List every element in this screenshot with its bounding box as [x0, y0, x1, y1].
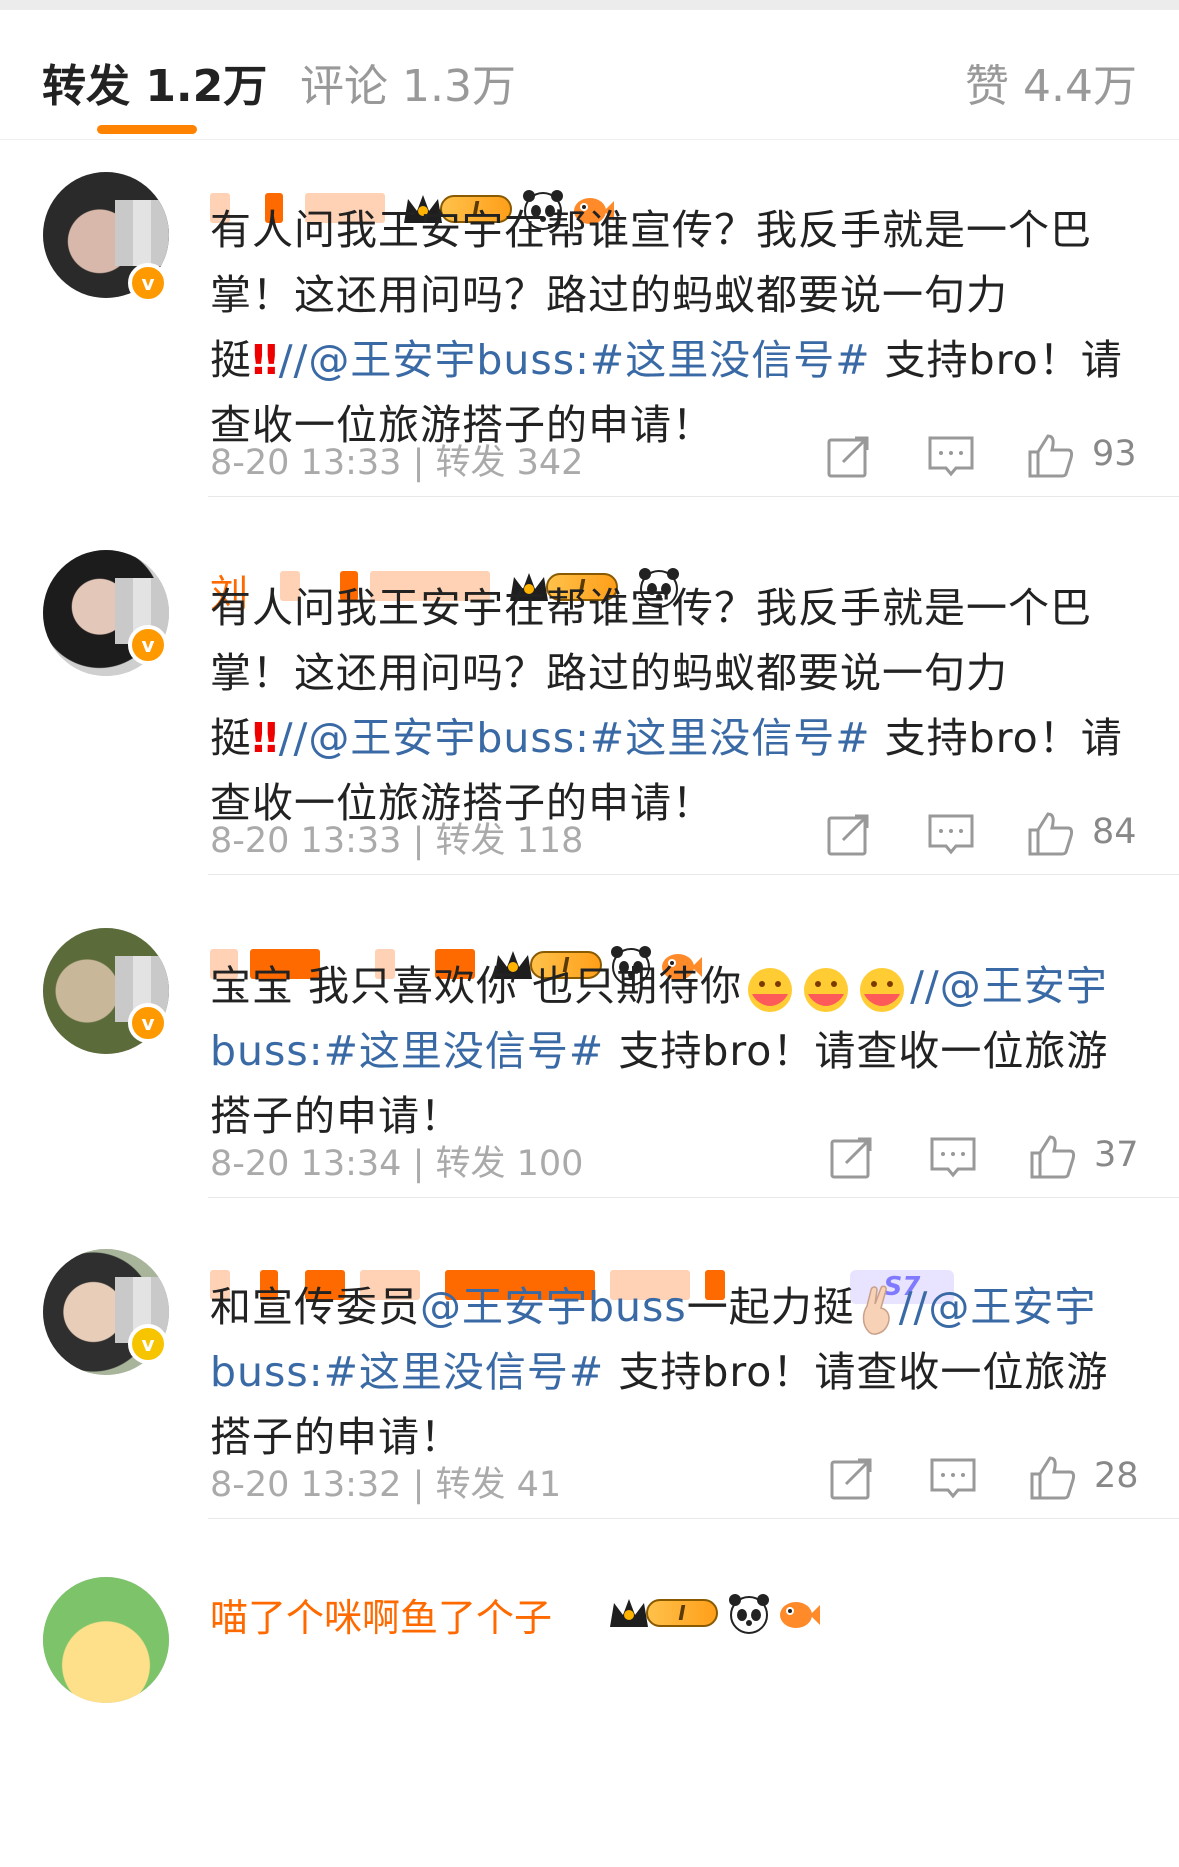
- mention-link[interactable]: @王安宇buss: [420, 1283, 687, 1331]
- top-strip: [0, 0, 1179, 10]
- share-icon[interactable]: [828, 1133, 876, 1181]
- timestamp: 8-20 13:33: [210, 821, 402, 861]
- tab-comment[interactable]: 评论 1.3万: [300, 50, 516, 114]
- hashtag-link[interactable]: #这里没信号#: [324, 1027, 605, 1075]
- divider: [208, 1518, 1179, 1519]
- username[interactable]: 喵了个咪啊鱼了个子: [210, 1587, 552, 1642]
- double-exclamation-icon: ‼: [252, 714, 279, 762]
- list-item: 喵了个咪啊鱼了个子 I: [0, 1539, 1179, 1867]
- like-icon[interactable]: [1028, 1133, 1076, 1181]
- timestamp: 8-20 13:34: [210, 1144, 402, 1184]
- comment-icon[interactable]: [926, 810, 976, 858]
- panda-icon: [729, 1594, 769, 1634]
- mention-link[interactable]: @王安宇buss: [308, 714, 575, 762]
- tab-repost[interactable]: 转发 1.2万: [42, 50, 267, 114]
- timestamp: 8-20 13:33: [210, 443, 402, 483]
- double-exclamation-icon: ‼: [252, 336, 279, 384]
- share-icon[interactable]: [828, 1454, 876, 1502]
- post-text: 有人问我王安宇在帮谁宣传？我反手就是一个巴掌！这还用问吗？路过的蚂蚁都要说一句力…: [210, 206, 1123, 449]
- share-icon[interactable]: [825, 810, 873, 858]
- active-tab-indicator: [97, 125, 197, 134]
- verified-badge-icon: v: [128, 263, 168, 303]
- repost-count: 转发 41: [435, 1465, 562, 1505]
- divider: [208, 496, 1179, 497]
- goldfish-icon: [780, 1602, 820, 1628]
- avatar[interactable]: [43, 1577, 169, 1703]
- post-text: 有人问我王安宇在帮谁宣传？我反手就是一个巴掌！这还用问吗？路过的蚂蚁都要说一句力…: [210, 584, 1123, 827]
- hashtag-link[interactable]: #这里没信号#: [590, 714, 871, 762]
- hugging-face-icon: [860, 968, 905, 1012]
- timestamp: 8-20 13:32: [210, 1465, 402, 1505]
- comment-icon[interactable]: [928, 1454, 978, 1502]
- divider: [208, 1197, 1179, 1198]
- verified-badge-icon: v: [128, 1003, 168, 1043]
- like-count: 37: [1094, 1135, 1139, 1175]
- post-meta: 8-20 13:34 | 转发 100 37: [210, 1133, 1139, 1184]
- like-count: 28: [1094, 1456, 1139, 1496]
- like-icon[interactable]: [1026, 810, 1074, 858]
- repost-count: 转发 118: [435, 821, 584, 861]
- tab-like[interactable]: 赞 4.4万: [965, 50, 1137, 114]
- verified-badge-icon: v: [128, 625, 168, 665]
- post-text: 和宣传委员@王安宇buss一起力挺//@王安宇buss:#这里没信号# 支持br…: [210, 1283, 1109, 1461]
- tab-bar: 转发 1.2万 评论 1.3万 赞 4.4万: [0, 10, 1179, 140]
- hugging-face-icon: [748, 968, 793, 1012]
- like-count: 93: [1092, 434, 1137, 474]
- verified-badge-icon: v: [128, 1324, 168, 1364]
- post-meta: 8-20 13:32 | 转发 41 28: [210, 1454, 1139, 1505]
- share-icon[interactable]: [825, 432, 873, 480]
- username-row[interactable]: 喵了个咪啊鱼了个子 I: [210, 1587, 1160, 1642]
- hashtag-link[interactable]: #这里没信号#: [324, 1348, 605, 1396]
- level-badge: I: [646, 1599, 718, 1627]
- divider: [208, 874, 1179, 875]
- post-meta: 8-20 13:33 | 转发 118 84: [210, 810, 1137, 861]
- like-icon[interactable]: [1026, 432, 1074, 480]
- repost-count: 转发 100: [435, 1144, 584, 1184]
- hashtag-link[interactable]: #这里没信号#: [590, 336, 871, 384]
- crossed-fingers-icon: [862, 1285, 890, 1335]
- like-icon[interactable]: [1028, 1454, 1076, 1502]
- mention-link[interactable]: @王安宇buss: [308, 336, 575, 384]
- hugging-face-icon: [804, 968, 849, 1012]
- post-text: 宝宝 我只喜欢你 也只期待你//@王安宇buss:#这里没信号# 支持bro！请…: [210, 962, 1109, 1140]
- comment-icon[interactable]: [926, 432, 976, 480]
- repost-count: 转发 342: [435, 443, 584, 483]
- like-count: 84: [1092, 812, 1137, 852]
- post-meta: 8-20 13:33 | 转发 342 93: [210, 432, 1137, 483]
- comment-icon[interactable]: [928, 1133, 978, 1181]
